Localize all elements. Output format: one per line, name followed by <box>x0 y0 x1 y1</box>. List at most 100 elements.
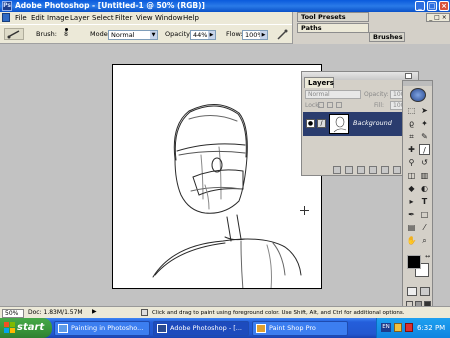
brush-icon[interactable]: / <box>317 119 326 128</box>
crosshair-cursor-icon <box>300 206 309 215</box>
pencil-sketch <box>152 104 302 288</box>
menu-image[interactable]: Image <box>47 13 69 23</box>
lock-position-checkbox[interactable] <box>336 102 342 108</box>
tab-paths[interactable]: Paths <box>297 23 369 33</box>
taskbar-item-label: Painting in Photosho... <box>71 324 144 332</box>
taskbar-item-painting-in-photoshop[interactable]: Painting in Photosho... <box>54 321 150 336</box>
tab-brushes[interactable]: Brushes <box>369 32 405 42</box>
zoom-icon[interactable]: ⌕ <box>419 235 430 246</box>
layer-row-background[interactable]: ● / Background <box>303 112 417 136</box>
system-tray: EN 6:32 PM <box>376 318 450 338</box>
trash-icon[interactable] <box>393 166 401 174</box>
clock[interactable]: 6:32 PM <box>417 318 445 338</box>
minimize-button[interactable]: _ <box>415 1 425 11</box>
magic-wand-icon[interactable]: ✦ <box>419 118 430 129</box>
marquee-icon[interactable]: ⬚ <box>406 105 417 116</box>
quick-mask-icon[interactable] <box>420 287 430 296</box>
palette-well: Tool Presets Paths Brushes _ □ × <box>292 12 450 44</box>
zoom-field[interactable]: 50% <box>2 309 24 318</box>
foreground-color-swatch-front[interactable] <box>407 255 421 269</box>
menu-help[interactable]: Help <box>183 13 199 23</box>
photoshop-icon <box>157 324 167 333</box>
type-icon[interactable]: T <box>419 196 430 207</box>
doc-minimize-button[interactable]: _ <box>429 14 432 21</box>
chevron-right-icon: ▶ <box>260 31 267 39</box>
standard-mode-icon[interactable] <box>407 287 417 296</box>
fill-label: Fill: <box>374 102 385 109</box>
menu-view[interactable]: View <box>136 13 153 23</box>
slice-icon[interactable]: ✎ <box>419 131 430 142</box>
adjustment-layer-icon[interactable] <box>369 166 377 174</box>
brush-icon[interactable] <box>4 28 24 40</box>
menu-layer[interactable]: Layer <box>70 13 90 23</box>
swap-colors-icon[interactable]: ↔ <box>422 251 433 262</box>
taskbar-item-paint-shop-pro[interactable]: Paint Shop Pro <box>252 321 348 336</box>
brush-tool-icon[interactable]: / <box>419 144 430 155</box>
notes-icon[interactable]: ▤ <box>406 222 417 233</box>
chevron-right-icon[interactable]: ▶ <box>92 308 97 316</box>
lasso-icon[interactable]: ϱ <box>406 118 417 129</box>
start-button[interactable]: start <box>0 318 52 338</box>
photoshop-icon[interactable] <box>2 13 10 22</box>
gradient-icon[interactable]: ▥ <box>419 170 430 181</box>
security-alert-icon[interactable] <box>405 323 413 332</box>
close-button[interactable]: × <box>439 1 449 11</box>
eyedropper-icon[interactable]: ⁄ <box>419 222 430 233</box>
toolbox: ⬚ ➤ ϱ ✦ ⌗ ✎ ✚ / ⚲ ↺ ◫ ▥ ◆ ◐ ▸ T ✒ □ ▤ ⁄ … <box>402 80 433 318</box>
eraser-icon[interactable]: ◫ <box>406 170 417 181</box>
palette-close-icon[interactable] <box>405 73 412 79</box>
move-icon[interactable]: ➤ <box>419 105 430 116</box>
document-window-controls[interactable]: _ □ × <box>426 13 450 22</box>
blur-icon[interactable]: ◆ <box>406 183 417 194</box>
mode-dropdown[interactable]: Normal ▼ <box>108 30 158 40</box>
menu-edit[interactable]: Edit <box>31 13 45 23</box>
flow-field[interactable]: 100% ▶ <box>242 30 268 40</box>
window-title: Adobe Photoshop - [Untitled-1 @ 50% (RGB… <box>15 1 205 10</box>
menu-filter[interactable]: Filter <box>115 13 132 23</box>
window-title-bar[interactable]: Ps Adobe Photoshop - [Untitled-1 @ 50% (… <box>0 0 450 12</box>
tab-layers[interactable]: Layers <box>304 77 334 88</box>
toolbox-titlebar[interactable] <box>403 81 432 86</box>
photoshop-eye-logo-icon[interactable] <box>410 88 426 102</box>
menu-select[interactable]: Select <box>92 13 114 23</box>
photoshop-icon: Ps <box>2 1 12 11</box>
lock-pixels-checkbox[interactable] <box>327 102 333 108</box>
maximize-button[interactable]: □ <box>427 1 437 11</box>
doc-restore-button[interactable]: □ <box>434 14 440 21</box>
taskbar-item-adobe-photoshop[interactable]: Adobe Photoshop - [... <box>153 321 249 336</box>
hand-icon[interactable]: ✋ <box>406 235 417 246</box>
document-canvas[interactable] <box>112 64 322 289</box>
menu-window[interactable]: Window <box>155 13 183 23</box>
dodge-icon[interactable]: ◐ <box>419 183 430 194</box>
brush-icon <box>141 309 148 316</box>
blend-mode-dropdown[interactable]: Normal <box>305 90 361 99</box>
status-bar: 50% Doc: 1.83M/1.57M ▶ Click and drag to… <box>0 306 450 318</box>
clone-stamp-icon[interactable]: ⚲ <box>406 157 417 168</box>
path-selection-icon[interactable]: ▸ <box>406 196 417 207</box>
airbrush-icon[interactable] <box>276 29 288 41</box>
lock-transparency-checkbox[interactable] <box>318 102 324 108</box>
pen-icon[interactable]: ✒ <box>406 209 417 220</box>
history-brush-icon[interactable]: ↺ <box>419 157 430 168</box>
opacity-field[interactable]: 44% ▶ <box>190 30 216 40</box>
layer-mask-icon[interactable] <box>345 166 353 174</box>
new-layer-icon[interactable] <box>381 166 389 174</box>
tab-tool-presets[interactable]: Tool Presets <box>297 12 369 22</box>
tray-app-icon[interactable] <box>394 323 402 332</box>
shape-icon[interactable]: □ <box>419 209 430 220</box>
menu-file[interactable]: File <box>15 13 27 23</box>
layer-style-icon[interactable] <box>333 166 341 174</box>
healing-brush-icon[interactable]: ✚ <box>406 144 417 155</box>
brush-picker[interactable]: 8 <box>60 27 72 42</box>
opacity-value: 44% <box>193 31 208 39</box>
crop-icon[interactable]: ⌗ <box>406 131 417 142</box>
doc-close-button[interactable]: × <box>442 14 447 21</box>
browser-icon <box>58 324 68 333</box>
eye-icon[interactable]: ● <box>306 119 315 128</box>
mode-value: Normal <box>111 31 135 39</box>
language-indicator[interactable]: EN <box>381 323 391 332</box>
flow-label: Flow: <box>226 30 243 38</box>
layers-footer <box>303 166 417 175</box>
new-set-icon[interactable] <box>357 166 365 174</box>
doc-size: Doc: 1.83M/1.57M <box>28 309 83 316</box>
